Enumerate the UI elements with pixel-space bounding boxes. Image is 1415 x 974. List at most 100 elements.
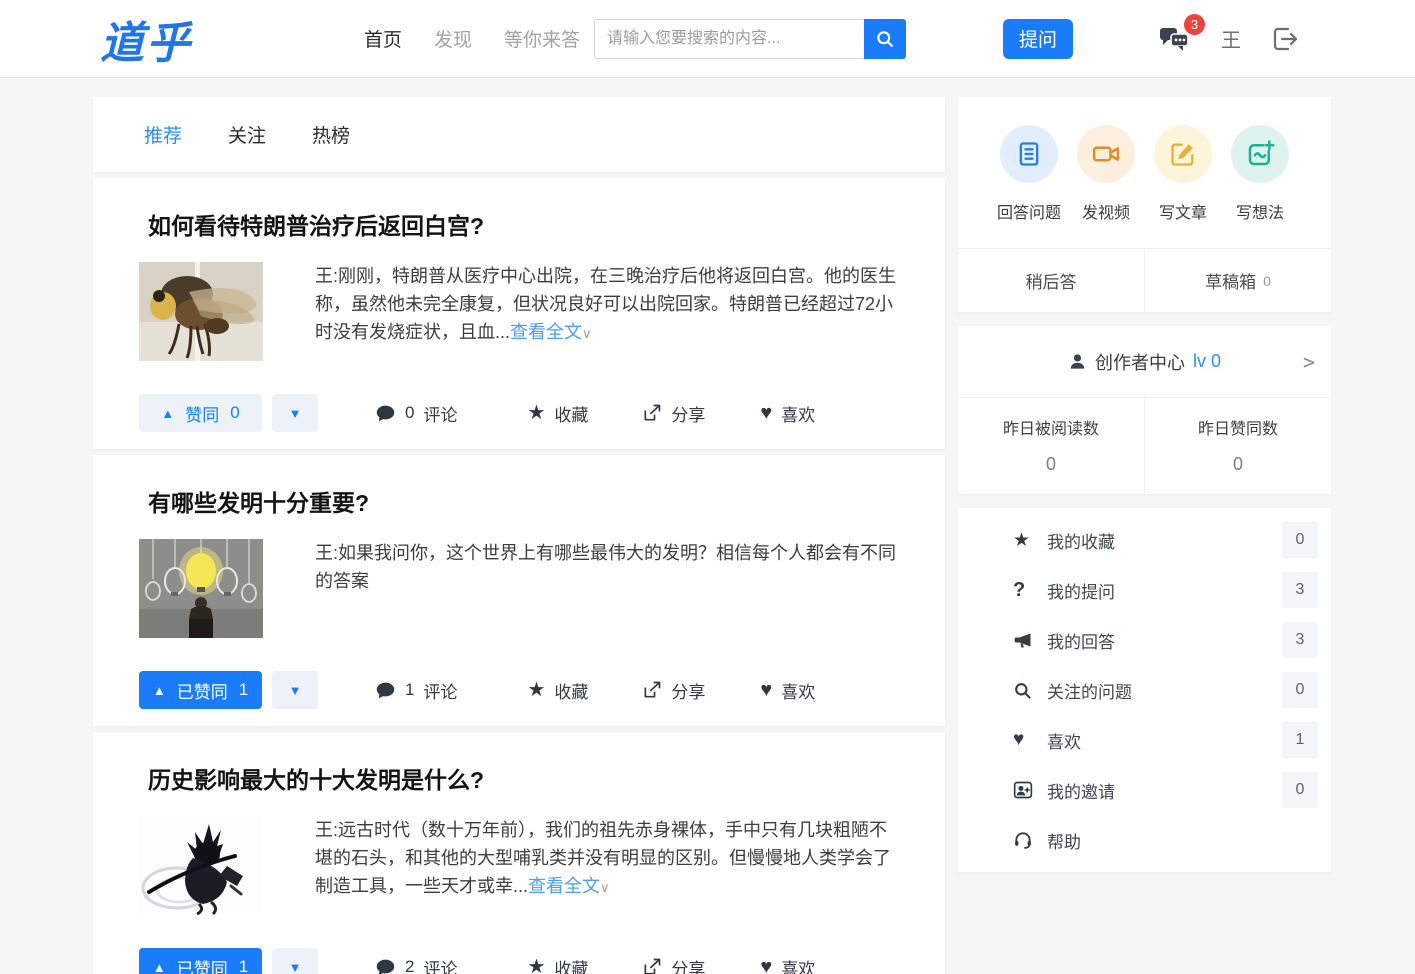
share-action[interactable]: 分享	[642, 678, 705, 703]
messages-button[interactable]: 3	[1159, 25, 1191, 53]
star-icon: ★	[1013, 529, 1047, 552]
menu-count-badge: 3	[1282, 622, 1318, 658]
search-icon	[875, 29, 895, 49]
search-icon	[1013, 681, 1047, 700]
ask-question-button[interactable]: 提问	[1003, 19, 1073, 59]
post-video-action[interactable]: 发视频	[1071, 125, 1141, 223]
like-action[interactable]: ♥ 喜欢	[760, 955, 815, 974]
share-icon	[642, 403, 662, 423]
downvote-button[interactable]: ▼	[272, 394, 318, 432]
write-article-icon	[1154, 125, 1212, 183]
drafts-link[interactable]: 草稿箱 0	[1144, 249, 1331, 312]
menu-my-collections[interactable]: ★ 我的收藏 0	[958, 515, 1331, 565]
creator-level: lv 0	[1193, 351, 1221, 372]
collect-action[interactable]: ★ 收藏	[527, 955, 588, 974]
search-box	[594, 19, 906, 59]
downvote-button[interactable]: ▼	[272, 948, 318, 974]
question-card: 如何看待特朗普治疗后返回白宫?	[93, 178, 945, 449]
logout-icon[interactable]	[1271, 25, 1299, 53]
nav-item-home[interactable]: 首页	[364, 25, 402, 52]
menu-count-badge: 0	[1282, 522, 1318, 558]
username-link[interactable]: 王	[1221, 24, 1241, 53]
search-input[interactable]	[594, 19, 864, 59]
stat-yesterday-upvotes: 昨日赞同数 0	[1144, 398, 1331, 494]
share-icon	[642, 957, 662, 974]
share-action[interactable]: 分享	[642, 401, 705, 426]
write-article-action[interactable]: 写文章	[1148, 125, 1218, 223]
chevron-down-icon: ∨	[600, 880, 610, 895]
chevron-right-icon: >	[1303, 350, 1315, 374]
up-triangle-icon: ▲	[161, 406, 174, 421]
question-thumbnail-fly[interactable]	[139, 262, 263, 361]
up-triangle-icon: ▲	[153, 683, 166, 698]
collect-action[interactable]: ★ 收藏	[527, 678, 588, 703]
tab-hot[interactable]: 热榜	[312, 121, 350, 148]
video-camera-icon	[1077, 125, 1135, 183]
write-idea-icon	[1231, 125, 1289, 183]
message-count-badge: 3	[1184, 14, 1205, 35]
heart-icon: ♥	[760, 403, 772, 423]
question-thumbnail-lightbulbs[interactable]	[139, 539, 263, 638]
question-card: 有哪些发明十分重要?	[93, 455, 945, 726]
site-logo[interactable]: 道乎	[100, 7, 192, 71]
menu-my-questions[interactable]: ? 我的提问 3	[958, 565, 1331, 615]
question-actions: ▲ 已赞同1 ▼ 2评论 ★ 收藏 分享	[139, 948, 905, 974]
creator-center-panel: 创作者中心 lv 0 > 昨日被阅读数 0 昨日赞同数 0	[958, 326, 1331, 494]
nav-item-discover[interactable]: 发现	[434, 25, 472, 52]
creator-panel: 回答问题 发视频	[958, 97, 1331, 312]
creator-center-link[interactable]: 创作者中心 lv 0 >	[958, 326, 1331, 397]
chevron-down-icon: ∨	[582, 326, 592, 341]
write-idea-action[interactable]: 写想法	[1225, 125, 1295, 223]
headset-icon	[1013, 830, 1047, 850]
menu-my-invitations[interactable]: 我的邀请 0	[958, 765, 1331, 815]
heart-icon: ♥	[760, 957, 772, 974]
question-excerpt: 王:刚刚，特朗普从医疗中心出院，在三晚治疗后他将返回白宫。他的医生称，虽然他未完…	[315, 262, 905, 361]
downvote-button[interactable]: ▼	[272, 671, 318, 709]
tab-following[interactable]: 关注	[228, 121, 266, 148]
menu-likes[interactable]: ♥ 喜欢 1	[958, 715, 1331, 765]
menu-count-badge: 3	[1282, 572, 1318, 608]
question-mark-icon: ?	[1013, 579, 1047, 602]
search-button[interactable]	[864, 19, 906, 59]
upvote-button[interactable]: ▲ 已赞同1	[139, 948, 262, 974]
menu-count-badge: 0	[1282, 772, 1318, 808]
see-more-link[interactable]: 查看全文∨	[510, 322, 592, 342]
question-title[interactable]: 历史影响最大的十大发明是什么?	[148, 761, 905, 795]
menu-my-answers[interactable]: 我的回答 3	[958, 615, 1331, 665]
up-triangle-icon: ▲	[153, 960, 166, 974]
answer-later-link[interactable]: 稍后答	[958, 249, 1144, 312]
menu-help[interactable]: 帮助	[958, 815, 1331, 865]
question-title[interactable]: 有哪些发明十分重要?	[148, 484, 905, 518]
tab-recommended[interactable]: 推荐	[144, 121, 182, 148]
heart-icon: ♥	[760, 680, 772, 700]
comment-action[interactable]: 2评论	[375, 955, 457, 974]
person-icon	[1068, 352, 1087, 371]
question-thumbnail-ink-art[interactable]	[139, 816, 263, 915]
see-more-link[interactable]: 查看全文∨	[528, 876, 610, 896]
question-actions: ▲ 赞同0 ▼ 0评论 ★ 收藏 分享	[139, 394, 905, 432]
answer-question-action[interactable]: 回答问题	[994, 125, 1064, 223]
question-card: 历史影响最大的十大发明是什么?	[93, 732, 945, 974]
heart-icon: ♥	[1013, 729, 1047, 751]
user-area: 3 王	[1159, 24, 1299, 53]
upvote-button[interactable]: ▲ 赞同0	[139, 394, 262, 432]
share-action[interactable]: 分享	[642, 955, 705, 974]
star-icon: ★	[527, 957, 545, 974]
question-excerpt: 王:如果我问你，这个世界上有哪些最伟大的发明？相信每个人都会有不同的答案	[315, 539, 905, 638]
menu-followed-questions[interactable]: 关注的问题 0	[958, 665, 1331, 715]
collect-action[interactable]: ★ 收藏	[527, 401, 588, 426]
stat-yesterday-reads: 昨日被阅读数 0	[958, 398, 1144, 494]
main-nav: 首页 发现 等你来答	[364, 25, 580, 52]
user-menu: ★ 我的收藏 0 ? 我的提问 3 我的回答 3	[958, 508, 1331, 872]
share-icon	[642, 680, 662, 700]
like-action[interactable]: ♥ 喜欢	[760, 678, 815, 703]
comment-action[interactable]: 1评论	[375, 678, 457, 703]
star-icon: ★	[527, 680, 545, 700]
like-action[interactable]: ♥ 喜欢	[760, 401, 815, 426]
comment-action[interactable]: 0评论	[375, 401, 457, 426]
answer-document-icon	[1000, 125, 1058, 183]
nav-item-waiting-answer[interactable]: 等你来答	[504, 25, 580, 52]
top-navigation-bar: 道乎 首页 发现 等你来答 提问	[0, 0, 1415, 78]
question-title[interactable]: 如何看待特朗普治疗后返回白宫?	[148, 207, 905, 241]
upvote-button[interactable]: ▲ 已赞同1	[139, 671, 262, 709]
